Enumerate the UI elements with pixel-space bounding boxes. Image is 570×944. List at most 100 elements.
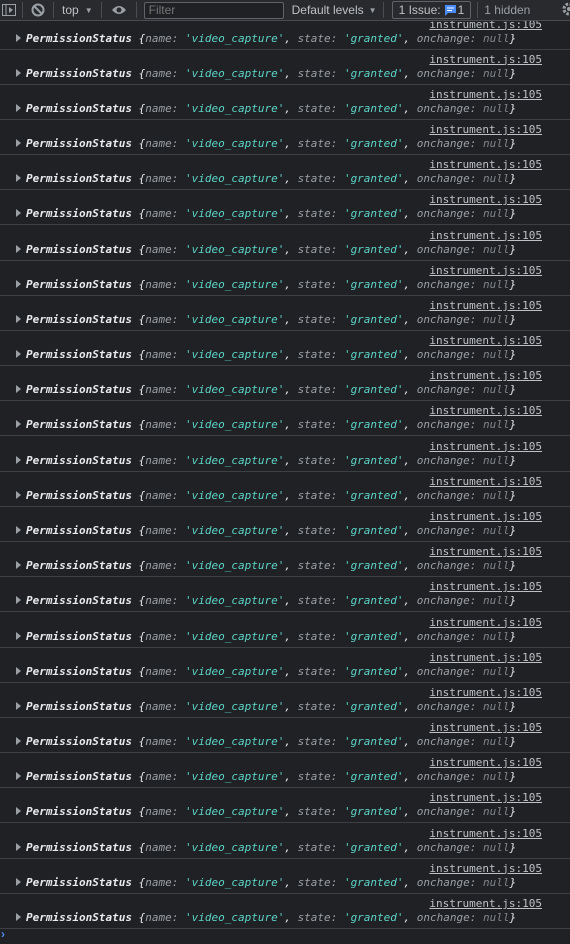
expand-triangle-icon[interactable] xyxy=(16,279,21,288)
expand-triangle-icon[interactable] xyxy=(16,420,21,429)
log-message[interactable]: PermissionStatus {name: 'video_capture',… xyxy=(16,559,516,572)
clear-console-icon[interactable] xyxy=(31,0,45,20)
log-message[interactable]: PermissionStatus {name: 'video_capture',… xyxy=(16,418,516,431)
expand-triangle-icon[interactable] xyxy=(16,772,21,781)
log-message[interactable]: PermissionStatus {name: 'video_capture',… xyxy=(16,32,516,45)
source-link[interactable]: instrument.js:105 xyxy=(429,827,542,840)
source-link[interactable]: instrument.js:105 xyxy=(429,510,542,523)
source-link[interactable]: instrument.js:105 xyxy=(429,791,542,804)
name-value: video_capture xyxy=(191,488,278,502)
log-message[interactable]: PermissionStatus {name: 'video_capture',… xyxy=(16,454,516,467)
expand-triangle-icon[interactable] xyxy=(16,807,21,816)
eye-icon[interactable] xyxy=(111,0,127,20)
log-message[interactable]: PermissionStatus {name: 'video_capture',… xyxy=(16,594,516,607)
brace-close: } xyxy=(509,242,517,256)
expand-triangle-icon[interactable] xyxy=(16,631,21,640)
source-link[interactable]: instrument.js:105 xyxy=(429,193,542,206)
expand-triangle-icon[interactable] xyxy=(16,596,21,605)
source-link[interactable]: instrument.js:105 xyxy=(429,369,542,382)
log-message[interactable]: PermissionStatus {name: 'video_capture',… xyxy=(16,313,516,326)
source-link[interactable]: instrument.js:105 xyxy=(429,721,542,734)
colon: : xyxy=(330,735,344,749)
expand-triangle-icon[interactable] xyxy=(16,526,21,535)
brace-open: { xyxy=(131,348,146,362)
colon: : xyxy=(171,699,185,713)
log-message[interactable]: PermissionStatus {name: 'video_capture',… xyxy=(16,172,516,185)
expand-triangle-icon[interactable] xyxy=(16,666,21,675)
source-link[interactable]: instrument.js:105 xyxy=(429,475,542,488)
source-link[interactable]: instrument.js:105 xyxy=(429,334,542,347)
source-link[interactable]: instrument.js:105 xyxy=(429,440,542,453)
expand-triangle-icon[interactable] xyxy=(16,103,21,112)
source-link[interactable]: instrument.js:105 xyxy=(429,404,542,417)
source-link[interactable]: instrument.js:105 xyxy=(429,299,542,312)
expand-triangle-icon[interactable] xyxy=(16,913,21,921)
log-message[interactable]: PermissionStatus {name: 'video_capture',… xyxy=(16,700,516,713)
log-message[interactable]: PermissionStatus {name: 'video_capture',… xyxy=(16,841,516,854)
source-link[interactable]: instrument.js:105 xyxy=(429,756,542,769)
object-class: PermissionStatus xyxy=(26,383,132,397)
log-message[interactable]: PermissionStatus {name: 'video_capture',… xyxy=(16,243,516,256)
log-message[interactable]: PermissionStatus {name: 'video_capture',… xyxy=(16,805,516,818)
log-message[interactable]: PermissionStatus {name: 'video_capture',… xyxy=(16,630,516,643)
comma: , xyxy=(284,453,298,467)
log-message[interactable]: PermissionStatus {name: 'video_capture',… xyxy=(16,102,516,115)
gear-icon[interactable] xyxy=(562,2,570,19)
log-message[interactable]: PermissionStatus {name: 'video_capture',… xyxy=(16,876,516,889)
source-link[interactable]: instrument.js:105 xyxy=(429,53,542,66)
divider xyxy=(382,2,384,18)
expand-triangle-icon[interactable] xyxy=(16,701,21,710)
log-message[interactable]: PermissionStatus {name: 'video_capture',… xyxy=(16,524,516,537)
onchange-value: null xyxy=(483,137,510,151)
prop-key: name xyxy=(145,699,172,713)
log-message[interactable]: PermissionStatus {name: 'video_capture',… xyxy=(16,770,516,783)
source-link[interactable]: instrument.js:105 xyxy=(429,88,542,101)
source-link[interactable]: instrument.js:105 xyxy=(429,229,542,242)
expand-triangle-icon[interactable] xyxy=(16,68,21,77)
expand-triangle-icon[interactable] xyxy=(16,385,21,394)
expand-triangle-icon[interactable] xyxy=(16,490,21,499)
log-message[interactable]: PermissionStatus {name: 'video_capture',… xyxy=(16,348,516,361)
expand-triangle-icon[interactable] xyxy=(16,209,21,218)
source-link[interactable]: instrument.js:105 xyxy=(429,545,542,558)
log-levels-dropdown[interactable]: Default levels ▼ xyxy=(292,3,377,17)
log-message[interactable]: PermissionStatus {name: 'video_capture',… xyxy=(16,137,516,150)
source-link[interactable]: instrument.js:105 xyxy=(429,158,542,171)
source-link[interactable]: instrument.js:105 xyxy=(429,897,542,910)
source-link[interactable]: instrument.js:105 xyxy=(429,686,542,699)
source-link[interactable]: instrument.js:105 xyxy=(429,651,542,664)
source-link[interactable]: instrument.js:105 xyxy=(429,862,542,875)
prop-key: state xyxy=(297,594,331,608)
log-message[interactable]: PermissionStatus {name: 'video_capture',… xyxy=(16,665,516,678)
expand-triangle-icon[interactable] xyxy=(16,174,21,183)
expand-triangle-icon[interactable] xyxy=(16,244,21,253)
source-link[interactable]: instrument.js:105 xyxy=(429,616,542,629)
log-message[interactable]: PermissionStatus {name: 'video_capture',… xyxy=(16,207,516,220)
expand-triangle-icon[interactable] xyxy=(16,350,21,359)
issues-button[interactable]: 1 Issue: 1 xyxy=(391,1,472,19)
source-link[interactable]: instrument.js:105 xyxy=(429,264,542,277)
log-message[interactable]: PermissionStatus {name: 'video_capture',… xyxy=(16,911,516,924)
expand-triangle-icon[interactable] xyxy=(16,737,21,746)
log-message[interactable]: PermissionStatus {name: 'video_capture',… xyxy=(16,278,516,291)
log-message[interactable]: PermissionStatus {name: 'video_capture',… xyxy=(16,489,516,502)
console-prompt[interactable]: › xyxy=(0,924,570,944)
filter-input[interactable] xyxy=(143,1,284,19)
expand-triangle-icon[interactable] xyxy=(16,842,21,851)
source-link[interactable]: instrument.js:105 xyxy=(429,123,542,136)
expand-triangle-icon[interactable] xyxy=(16,877,21,886)
expand-triangle-icon[interactable] xyxy=(16,33,21,42)
expand-triangle-icon[interactable] xyxy=(16,455,21,464)
sidebar-toggle-icon[interactable] xyxy=(2,0,16,20)
colon: : xyxy=(469,699,484,713)
log-message[interactable]: PermissionStatus {name: 'video_capture',… xyxy=(16,67,516,80)
expand-triangle-icon[interactable] xyxy=(16,139,21,148)
comma: , xyxy=(284,735,298,749)
log-message[interactable]: PermissionStatus {name: 'video_capture',… xyxy=(16,383,516,396)
context-selector[interactable]: top ▼ xyxy=(60,3,95,17)
expand-triangle-icon[interactable] xyxy=(16,314,21,323)
source-link[interactable]: instrument.js:105 xyxy=(429,580,542,593)
prop-key: name xyxy=(145,348,172,362)
log-message[interactable]: PermissionStatus {name: 'video_capture',… xyxy=(16,735,516,748)
expand-triangle-icon[interactable] xyxy=(16,561,21,570)
